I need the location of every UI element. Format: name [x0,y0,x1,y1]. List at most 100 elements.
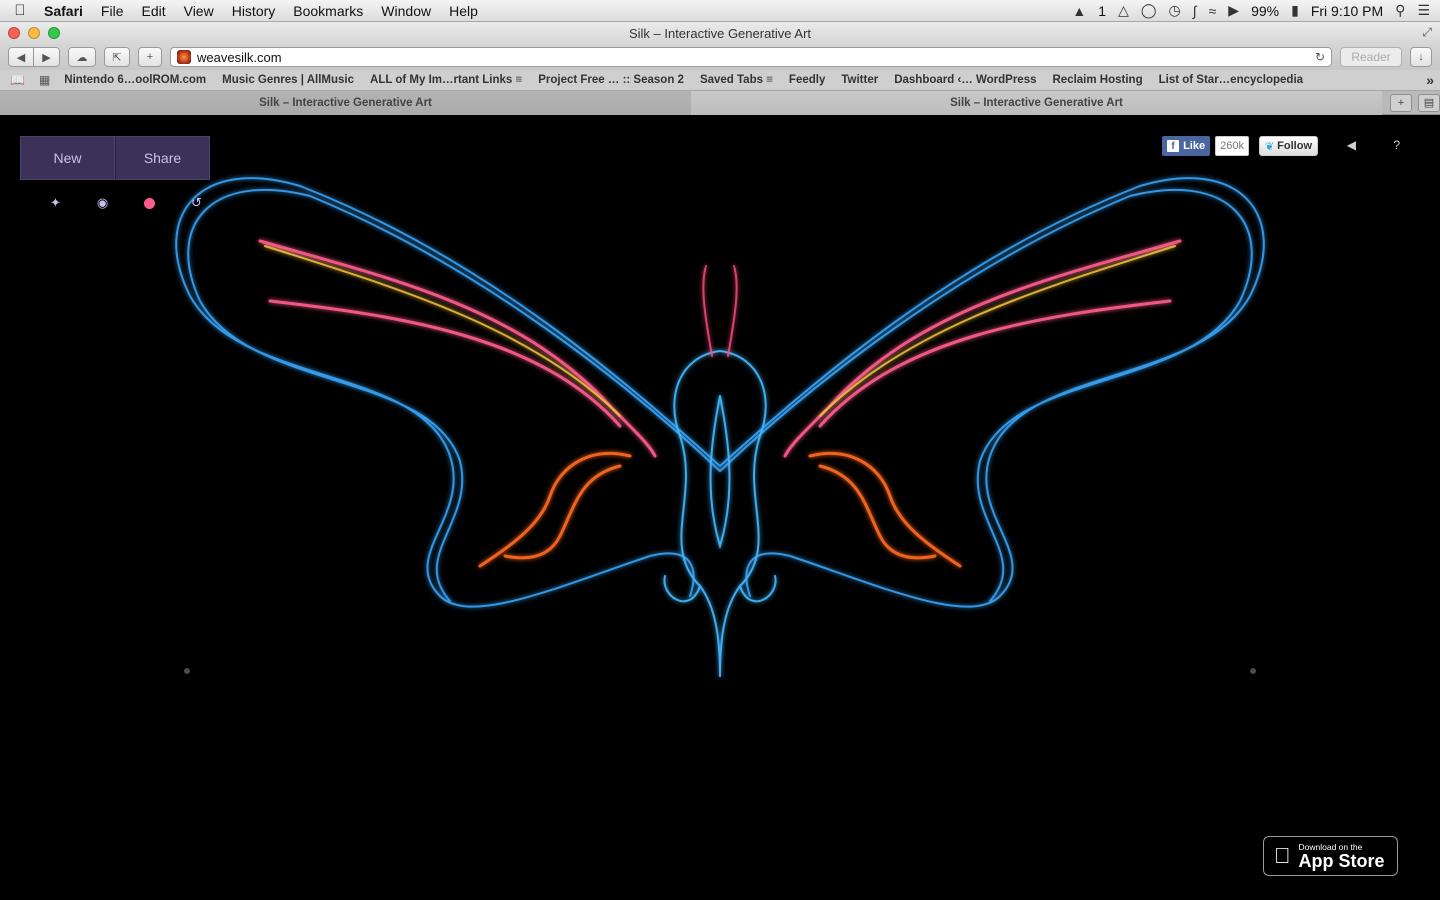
silk-canvas[interactable]: New Share ✦ ◉ ↺ f Like 260k ❦ Follow ◀ ? … [0,116,1440,900]
notification-center-icon[interactable]: ☰ [1417,2,1430,19]
twitter-follow-label: Follow [1277,140,1312,152]
facebook-like-button[interactable]: f Like [1162,136,1211,156]
window-controls [8,27,60,39]
brush-color-button[interactable] [126,194,173,212]
app-store-big-text: App Store [1282,851,1385,871]
url-text[interactable]: weavesilk.com [197,50,1309,65]
tab-silk-1[interactable]: Silk – Interactive Generative Art [0,91,691,115]
bookmark-item[interactable]: Twitter [841,74,878,86]
battery-icon[interactable]: ▮ [1291,2,1299,19]
reading-list-icon[interactable]: 📖 [10,73,25,87]
bookmark-item[interactable]: Project Free … :: Season 2 [538,74,684,86]
plus-icon: + [146,51,154,63]
symmetry-handle-left[interactable] [184,668,190,674]
bookmark-item[interactable]: Saved Tabs ≡ [700,74,773,86]
download-icon: ↓ [1418,51,1424,63]
butterfly-artwork[interactable] [0,116,1440,900]
adobe-icon[interactable]: ▲ [1072,3,1086,19]
apple-menu-icon[interactable]:  [0,2,40,19]
bookmark-item[interactable]: Dashboard ‹… WordPress [894,74,1036,86]
status-area: ▲ 1 △ ◯ ◷ ∫ ≈ ▶ 99% ▮ Fri 9:10 PM ⚲ ☰ [1072,2,1440,19]
body-strands [663,350,777,677]
facebook-like[interactable]: f Like 260k [1162,136,1249,156]
app-store-text: Download on the App Store [1299,842,1385,870]
fullscreen-tool-icon[interactable]: ✦ [32,194,79,212]
bookmark-item[interactable]: ALL of My Im…rtant Links ≡ [370,74,522,86]
share-page-button[interactable]: ⇱ [104,47,130,67]
twitter-icon: ❦ [1264,140,1275,153]
reload-icon[interactable]: ↻ [1315,50,1325,64]
antenna-strands [702,265,738,357]
canvas-tools: ✦ ◉ ↺ [32,194,220,212]
minimize-window-button[interactable] [28,27,40,39]
bookmark-item[interactable]: List of Star…encyclopedia [1159,74,1303,86]
new-button[interactable]: New [20,136,115,180]
wifi-icon[interactable]: ≈ [1209,3,1217,19]
facebook-like-count: 260k [1215,136,1249,156]
volume-icon[interactable]: ▶ [1228,2,1239,19]
bookmarks-bar: 📖 ▦ Nintendo 6…oolROM.com Music Genres |… [0,70,1440,91]
add-tab-icon[interactable]: + [1390,93,1412,112]
camera-icon[interactable]: ◉ [79,194,126,212]
menu-safari[interactable]: Safari [40,0,92,22]
social-buttons: f Like 260k ❦ Follow [1162,136,1318,156]
top-sites-icon[interactable]: ▦ [39,73,50,87]
bookmark-item[interactable]: Feedly [789,74,825,86]
clock[interactable]: Fri 9:10 PM [1311,3,1383,19]
fullscreen-icon[interactable]: ⤢ [1422,25,1432,40]
drive-icon[interactable]: △ [1118,2,1129,19]
share-icon: ⇱ [112,51,122,64]
menu-window[interactable]: Window [372,0,440,22]
pink-wing-strands [258,239,1182,458]
menu-edit[interactable]: Edit [132,0,174,22]
facebook-like-label: Like [1183,140,1206,152]
time-machine-icon[interactable]: ◷ [1169,2,1181,19]
menu-file[interactable]: File [92,0,133,22]
primary-actions: New Share [20,136,210,180]
downloads-button[interactable]: ↓ [1410,47,1432,67]
forward-button[interactable]: ▶ [34,47,60,67]
bookmarks-overflow-icon[interactable]: » [1426,72,1434,88]
share-button[interactable]: Share [115,136,210,180]
tab-bar: Silk – Interactive Generative Art Silk –… [0,91,1440,115]
zoom-window-button[interactable] [48,27,60,39]
facebook-icon: f [1167,140,1180,152]
back-button[interactable]: ◀ [8,47,34,67]
menu-help[interactable]: Help [440,0,487,22]
window-title: Silk – Interactive Generative Art [628,25,812,41]
close-window-button[interactable] [8,27,20,39]
bluetooth-icon[interactable]: ∫ [1193,3,1197,19]
menu-view[interactable]: View [175,0,223,22]
app-store-badge[interactable]:  Download on the App Store [1263,836,1398,876]
gold-wing-strands [264,245,1176,417]
twitter-follow-button[interactable]: ❦ Follow [1258,136,1318,156]
blue-wing-strands [175,177,1265,608]
menu-history[interactable]: History [223,0,285,22]
tab-silk-2[interactable]: Silk – Interactive Generative Art [691,91,1382,115]
color-dot-icon [144,197,155,209]
tab-tools: + ▤ [1382,91,1440,114]
icloud-tabs-button[interactable]: ☁ [68,47,96,67]
cloud-icon: ☁ [76,51,88,64]
site-favicon-icon [177,50,191,64]
menu-bookmarks[interactable]: Bookmarks [284,0,372,22]
battery-percent[interactable]: 99% [1251,3,1279,19]
sound-toggle-icon[interactable]: ◀ [1347,138,1356,152]
new-tab-button[interactable]: + [138,47,162,67]
undo-icon[interactable]: ↺ [173,194,220,212]
reader-button[interactable]: Reader [1340,47,1402,67]
browser-toolbar: ◀ ▶ ☁ ⇱ + weavesilk.com ↻ Reader ↓ [0,44,1440,70]
tab-overview-icon[interactable]: ▤ [1418,93,1440,112]
address-bar[interactable]: weavesilk.com ↻ [170,47,1332,67]
messages-icon[interactable]: ◯ [1141,2,1157,19]
bookmark-item[interactable]: Music Genres | AllMusic [222,74,354,86]
nav-buttons: ◀ ▶ [8,47,60,67]
apple-logo-icon:  [1274,843,1291,869]
help-button[interactable]: ? [1393,138,1400,152]
spotlight-icon[interactable]: ⚲ [1395,2,1405,19]
bookmark-item[interactable]: Nintendo 6…oolROM.com [64,74,206,86]
menu-bar:  Safari File Edit View History Bookmark… [0,0,1440,22]
window-titlebar: Silk – Interactive Generative Art ⤢ [0,22,1440,44]
symmetry-handle-right[interactable] [1250,668,1256,674]
bookmark-item[interactable]: Reclaim Hosting [1053,74,1143,86]
